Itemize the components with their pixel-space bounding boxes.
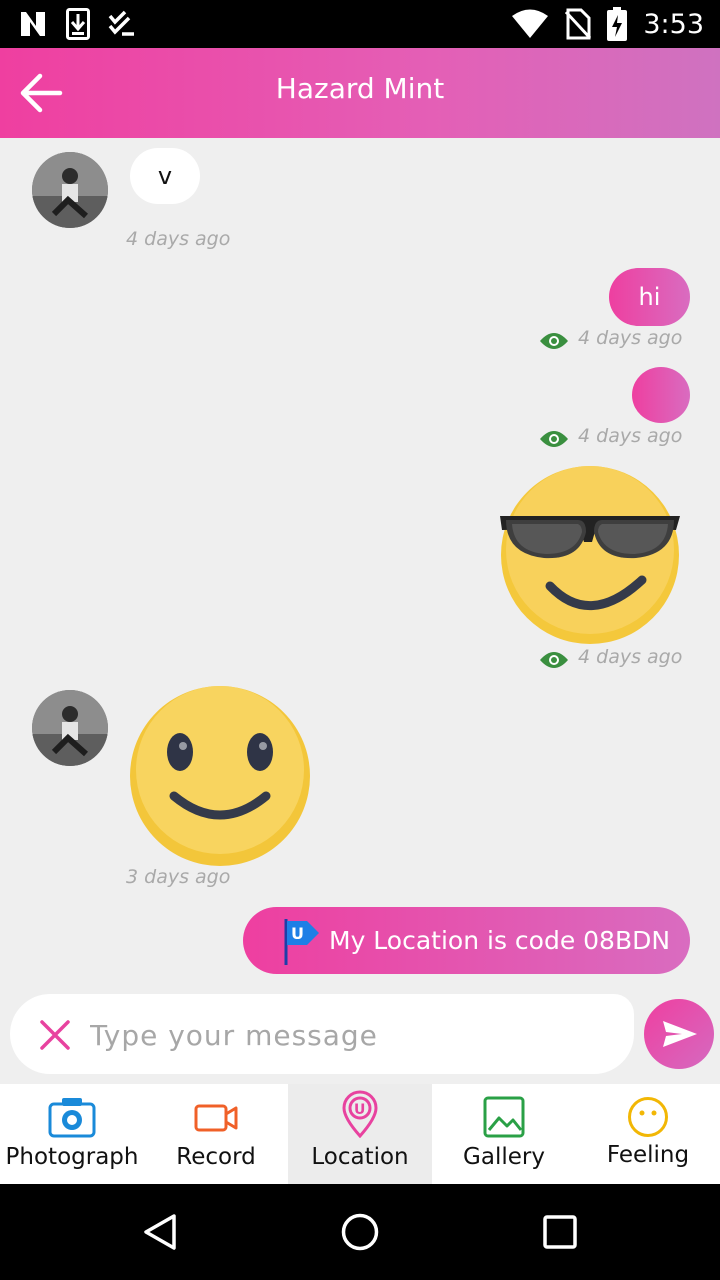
send-button[interactable] bbox=[644, 999, 714, 1069]
message-bubble[interactable]: v bbox=[130, 148, 200, 204]
avatar-photo bbox=[32, 152, 108, 228]
wifi-icon bbox=[512, 9, 549, 38]
attachment-toolbar: Photograph Record U Location Gallery Fee… bbox=[0, 1084, 720, 1184]
message-time: 3 days ago bbox=[126, 866, 231, 888]
message-input[interactable] bbox=[88, 1010, 592, 1060]
message-text: My Location is code 08BDN bbox=[329, 926, 671, 955]
status-time: 3:53 bbox=[643, 8, 704, 40]
sunglasses-emoji-sticker[interactable] bbox=[498, 464, 682, 646]
contact-avatar[interactable] bbox=[32, 690, 108, 766]
clear-button[interactable] bbox=[38, 1018, 72, 1052]
smile-emoji-sticker[interactable] bbox=[128, 684, 312, 868]
download-icon bbox=[66, 8, 90, 40]
location-flag-icon: U bbox=[284, 918, 319, 965]
message-text: hi bbox=[638, 283, 661, 311]
checklist-icon bbox=[108, 10, 134, 36]
n-logo-icon bbox=[21, 12, 45, 36]
location-message-bubble[interactable]: U My Location is code 08BDN bbox=[243, 907, 690, 974]
close-icon bbox=[40, 1020, 70, 1050]
battery-charging-icon bbox=[607, 7, 628, 41]
message-time: 4 days ago bbox=[578, 425, 683, 447]
tool-label: Location bbox=[311, 1144, 409, 1170]
status-bar: 3:53 bbox=[0, 0, 720, 48]
seen-eye-icon bbox=[540, 652, 568, 668]
message-bubble[interactable]: hi bbox=[609, 268, 690, 326]
location-pin-icon: U bbox=[342, 1090, 378, 1138]
tool-label: Photograph bbox=[5, 1144, 139, 1170]
seen-eye-icon bbox=[540, 333, 568, 349]
tool-label: Gallery bbox=[463, 1144, 545, 1170]
record-button[interactable]: Record bbox=[144, 1084, 288, 1184]
send-icon bbox=[663, 1021, 697, 1047]
location-button[interactable]: U Location bbox=[288, 1084, 432, 1184]
message-composer bbox=[10, 994, 634, 1074]
system-nav-bar bbox=[0, 1184, 720, 1280]
smiley-icon bbox=[628, 1097, 668, 1137]
message-bubble[interactable] bbox=[632, 367, 690, 423]
contact-avatar[interactable] bbox=[32, 152, 108, 228]
back-nav-icon[interactable] bbox=[140, 1212, 180, 1252]
contact-name: Hazard Mint bbox=[275, 72, 445, 105]
tool-label: Record bbox=[176, 1144, 256, 1170]
photograph-button[interactable]: Photograph bbox=[0, 1084, 144, 1184]
recents-nav-icon[interactable] bbox=[542, 1214, 578, 1250]
seen-eye-icon bbox=[540, 431, 568, 447]
svg-text:U: U bbox=[291, 924, 304, 943]
gallery-icon bbox=[483, 1096, 525, 1138]
gallery-button[interactable]: Gallery bbox=[432, 1084, 576, 1184]
avatar-photo bbox=[32, 690, 108, 766]
home-nav-icon[interactable] bbox=[340, 1212, 380, 1252]
camera-icon bbox=[48, 1098, 96, 1138]
svg-text:U: U bbox=[354, 1102, 365, 1118]
message-time: 4 days ago bbox=[578, 646, 683, 668]
feeling-button[interactable]: Feeling bbox=[576, 1084, 720, 1184]
no-sim-icon bbox=[565, 8, 592, 40]
tool-label: Feeling bbox=[606, 1142, 690, 1168]
message-text: v bbox=[157, 162, 173, 190]
chat-header: Hazard Mint bbox=[0, 48, 720, 138]
message-time: 4 days ago bbox=[578, 327, 683, 349]
message-time: 4 days ago bbox=[126, 228, 231, 250]
video-icon bbox=[194, 1104, 238, 1132]
